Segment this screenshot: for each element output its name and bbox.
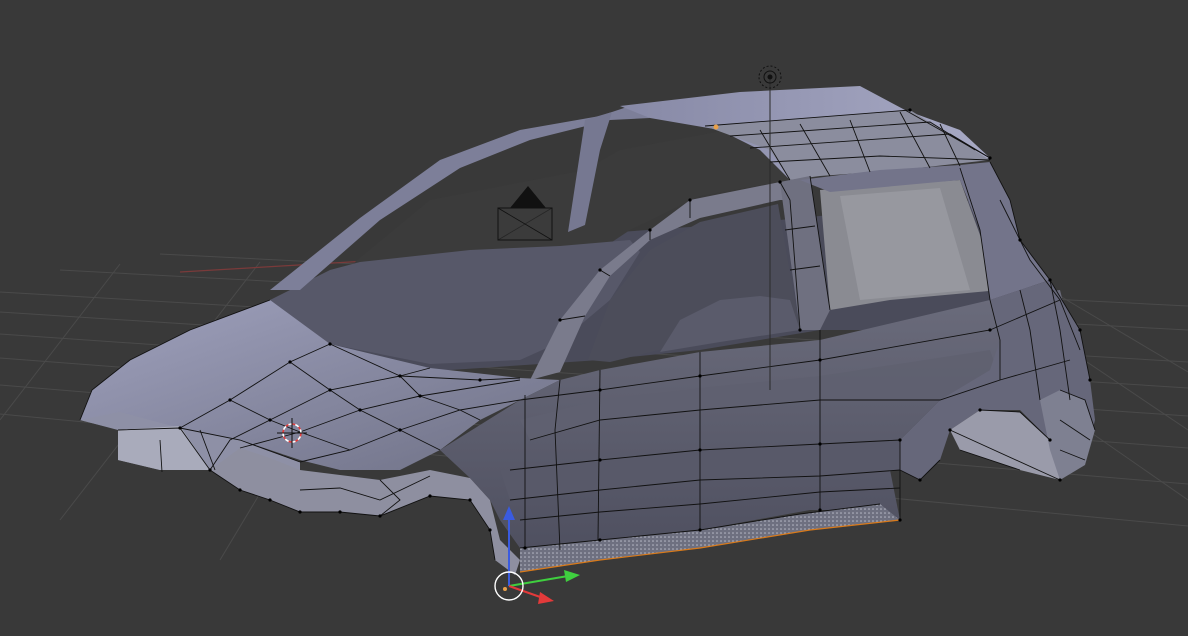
3d-viewport[interactable] — [0, 0, 1188, 636]
viewport-canvas[interactable] — [0, 0, 1188, 636]
active-vertex[interactable] — [713, 124, 719, 130]
car-mesh[interactable] — [79, 86, 1096, 575]
